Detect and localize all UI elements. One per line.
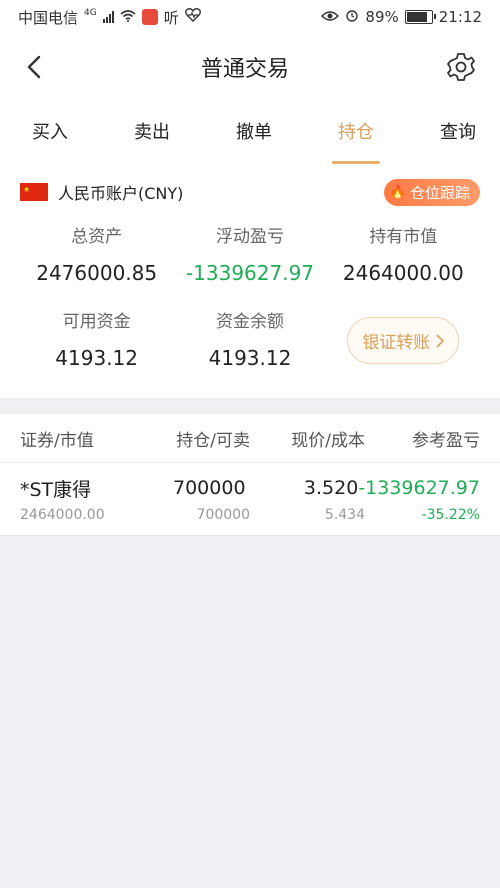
account-name: 人民币账户(CNY) xyxy=(58,184,184,203)
stock-market-value: 2464000.00 xyxy=(20,507,105,523)
pl-percent: -35.22% xyxy=(421,507,480,523)
market-value: 持有市值 2464000.00 xyxy=(327,222,480,285)
bank-transfer-label: 银证转账 xyxy=(362,333,431,353)
header-security: 证券/市值 xyxy=(20,430,94,451)
tab-cancel[interactable]: 撤单 xyxy=(232,110,276,152)
battery-icon xyxy=(404,10,436,24)
reference-pl: -1339627.97 xyxy=(358,477,480,499)
china-flag-icon: ★ xyxy=(20,183,48,201)
floating-pl-value: -1339627.97 xyxy=(185,261,315,285)
carrier-name: 中国电信 xyxy=(18,8,79,27)
total-assets-label: 总资产 xyxy=(71,227,123,247)
holding-qty: 700000 xyxy=(173,477,246,499)
app-notification-icon xyxy=(141,9,158,25)
total-assets: 总资产 2476000.85 xyxy=(20,222,173,285)
chevron-right-icon xyxy=(436,333,445,348)
listen-app-icon: 听 xyxy=(163,8,179,27)
bank-transfer-button[interactable]: 银证转账 xyxy=(347,317,460,364)
fund-balance-label: 资金余额 xyxy=(215,312,284,332)
table-row[interactable]: *ST康得 700000 3.520 -1339627.97 2464000.0… xyxy=(0,463,500,536)
account-summary: ★ 人民币账户(CNY) 🔥 仓位跟踪 总资产 2476000.85 浮动盈亏 … xyxy=(0,162,500,398)
market-value-value: 2464000.00 xyxy=(342,261,464,285)
header-price: 现价/成本 xyxy=(291,430,365,451)
tab-query[interactable]: 查询 xyxy=(436,110,480,152)
header-pl: 参考盈亏 xyxy=(412,430,480,451)
floating-pl-label: 浮动盈亏 xyxy=(215,227,284,247)
tab-buy[interactable]: 买入 xyxy=(28,110,72,152)
positions-table: 证券/市值 持仓/可卖 现价/成本 参考盈亏 *ST康得 700000 3.52… xyxy=(0,414,500,536)
trade-tabs: 买入 卖出 撤单 持仓 查询 xyxy=(0,100,500,164)
position-tracking-label: 仓位跟踪 xyxy=(409,183,470,202)
tab-positions[interactable]: 持仓 xyxy=(332,110,380,164)
status-bar: 中国电信 4G 听 89% 21:12 xyxy=(0,0,500,34)
network-type: 4G xyxy=(84,8,97,18)
page-title: 普通交易 xyxy=(200,57,289,82)
top-panel: 中国电信 4G 听 89% 21:12 普通交易 买入 卖出 撤单 持仓 查询 … xyxy=(0,0,500,398)
heart-rate-icon xyxy=(184,8,201,26)
fund-balance: 资金余额 4193.12 xyxy=(173,307,326,370)
battery-percent: 89% xyxy=(365,8,399,26)
back-icon[interactable] xyxy=(22,55,46,79)
eye-icon xyxy=(321,8,340,26)
total-assets-value: 2476000.85 xyxy=(36,261,158,285)
clock-time: 21:12 xyxy=(438,8,482,26)
gear-icon[interactable] xyxy=(444,50,478,84)
fund-balance-value: 4193.12 xyxy=(208,346,292,370)
sellable-qty: 700000 xyxy=(196,507,250,523)
tab-sell[interactable]: 卖出 xyxy=(130,110,174,152)
available-funds: 可用资金 4193.12 xyxy=(20,307,173,370)
alarm-icon xyxy=(345,8,359,26)
stock-name: *ST康得 xyxy=(20,478,92,501)
market-value-label: 持有市值 xyxy=(369,227,438,247)
wifi-icon xyxy=(120,8,136,26)
table-header: 证券/市值 持仓/可卖 现价/成本 参考盈亏 xyxy=(0,414,500,463)
signal-icon xyxy=(102,11,114,23)
current-price: 3.520 xyxy=(303,477,359,499)
floating-pl: 浮动盈亏 -1339627.97 xyxy=(173,222,326,285)
available-funds-value: 4193.12 xyxy=(55,346,139,370)
cost-price: 5.434 xyxy=(324,507,365,523)
position-tracking-button[interactable]: 🔥 仓位跟踪 xyxy=(383,178,480,206)
flame-icon: 🔥 xyxy=(389,184,406,200)
available-funds-label: 可用资金 xyxy=(62,312,131,332)
app-header: 普通交易 xyxy=(0,34,500,100)
header-holding: 持仓/可卖 xyxy=(176,430,250,451)
